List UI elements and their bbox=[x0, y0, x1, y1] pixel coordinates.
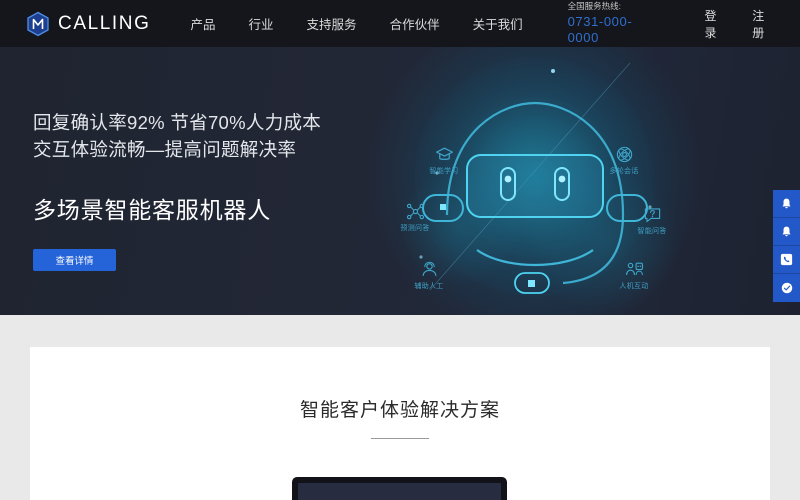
floating-side-rail bbox=[773, 190, 800, 302]
network-nodes-icon bbox=[406, 203, 424, 220]
headset-agent-icon bbox=[422, 261, 436, 276]
notification-bell-button-1[interactable] bbox=[773, 190, 800, 218]
atom-orbit-icon bbox=[616, 146, 632, 163]
feature-node-label: 多轮会话 bbox=[609, 168, 639, 175]
feature-node-label: 人机互动 bbox=[619, 283, 649, 290]
site-header: CALLING 产品 行业 支持服务 合作伙伴 关于我们 全国服务热线: 073… bbox=[0, 0, 800, 47]
feature-node-smart-learning[interactable]: 智能学习 bbox=[417, 145, 471, 176]
feature-node-label: 辅助人工 bbox=[414, 283, 444, 290]
logo-text: CALLING bbox=[58, 12, 151, 34]
graduation-cap-icon bbox=[435, 147, 453, 160]
feature-node-label: 预测问答 bbox=[400, 225, 430, 232]
hotline-label: 全国服务热线: bbox=[567, 0, 621, 11]
view-details-button[interactable]: 查看详情 bbox=[33, 248, 116, 271]
hexagon-m-logo-icon bbox=[25, 11, 51, 37]
question-bubble-icon bbox=[644, 208, 660, 223]
logo[interactable]: CALLING bbox=[25, 11, 151, 37]
bell-icon bbox=[782, 226, 791, 237]
nav-item-products[interactable]: 产品 bbox=[191, 14, 216, 33]
notification-bell-button-2[interactable] bbox=[773, 218, 800, 246]
solutions-section: 智能客户体验解决方案 bbox=[0, 315, 800, 500]
feature-node-human-machine[interactable]: 人机互动 bbox=[607, 260, 661, 291]
laptop-mockup bbox=[292, 477, 507, 500]
hero-copy: 回复确认率92% 节省70%人力成本 交互体验流畅—提高问题解决率 多场景智能客… bbox=[33, 110, 321, 271]
feature-node-agent-assist[interactable]: 辅助人工 bbox=[402, 260, 456, 291]
laptop-screen bbox=[298, 483, 501, 500]
hotline-number[interactable]: 0731-000-0000 bbox=[568, 14, 653, 47]
phone-icon bbox=[780, 253, 793, 266]
nav-item-partners[interactable]: 合作伙伴 bbox=[390, 14, 440, 33]
hero-banner: 智能学习 预测问答 辅助人工 多轮会话 智能问答 人机互动 回复确认率92% 节… bbox=[0, 47, 800, 315]
hero-subtitle-line-1: 回复确认率92% 节省70%人力成本 bbox=[33, 112, 322, 133]
feature-node-label: 智能学习 bbox=[429, 168, 459, 175]
bell-icon bbox=[782, 198, 791, 209]
nav-item-support[interactable]: 支持服务 bbox=[307, 14, 357, 33]
message-check-icon bbox=[781, 282, 792, 294]
nav-item-industry[interactable]: 行业 bbox=[249, 14, 274, 33]
auth-links: 登录 注册 bbox=[704, 7, 800, 41]
feature-node-multi-turn-dialog[interactable]: 多轮会话 bbox=[597, 145, 651, 176]
feature-node-label: 智能问答 bbox=[637, 228, 667, 235]
main-nav: 产品 行业 支持服务 合作伙伴 关于我们 bbox=[191, 14, 556, 33]
message-button[interactable] bbox=[773, 274, 800, 302]
phone-contact-button[interactable] bbox=[773, 246, 800, 274]
service-hotline: 全国服务热线: 0731-000-0000 bbox=[568, 1, 653, 46]
register-link[interactable]: 注册 bbox=[752, 7, 770, 41]
solutions-card: 智能客户体验解决方案 bbox=[30, 347, 770, 500]
login-link[interactable]: 登录 bbox=[704, 7, 722, 41]
hero-subtitle-line-2: 交互体验流畅—提高问题解决率 bbox=[33, 138, 297, 160]
feature-node-predictive-qa[interactable]: 预测问答 bbox=[388, 202, 442, 233]
section-title: 智能客户体验解决方案 bbox=[299, 400, 500, 421]
feature-node-smart-qa[interactable]: 智能问答 bbox=[625, 205, 679, 236]
title-divider bbox=[371, 438, 429, 439]
hero-title: 多场景智能客服机器人 bbox=[33, 196, 271, 223]
nav-item-about[interactable]: 关于我们 bbox=[473, 14, 523, 33]
human-robot-icon bbox=[625, 262, 643, 276]
